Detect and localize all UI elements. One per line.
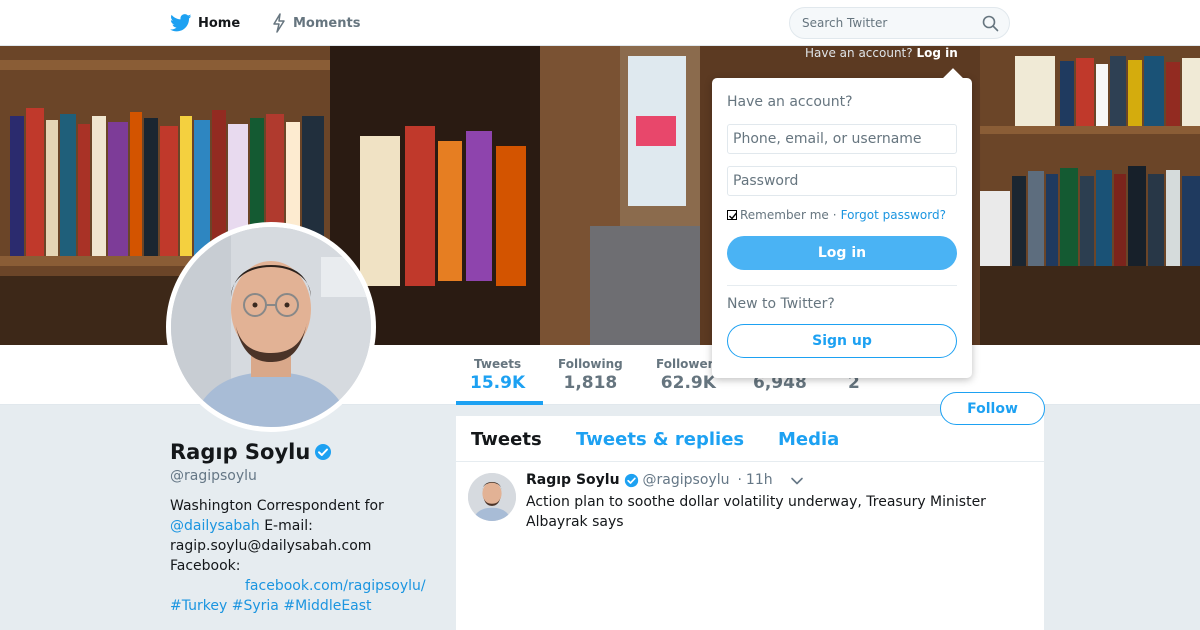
remember-me-checkbox[interactable] (727, 210, 738, 220)
stat-following[interactable]: Following 1,818 (558, 357, 623, 393)
search-box (789, 7, 1010, 39)
tweet[interactable]: Ragıp Soylu @ragipsoylu · 11h Action pla… (456, 462, 1044, 622)
login-dropdown: Have an account? Remember me · Forgot pa… (712, 78, 972, 378)
stat-value: 1,818 (563, 373, 618, 393)
tweet-author-name[interactable]: Ragıp Soylu (526, 472, 620, 488)
stat-tweets[interactable]: Tweets 15.9K (470, 357, 525, 393)
verified-badge-icon (624, 473, 638, 487)
timeline: Tweets Tweets & replies Media Ragıp Soyl… (456, 416, 1044, 630)
profile-bio: Washington Correspondent for @dailysabah… (170, 496, 440, 616)
chevron-down-icon[interactable] (790, 474, 804, 488)
have-account-prompt: Have an account? Log in (805, 46, 958, 60)
login-button[interactable]: Log in (727, 236, 957, 270)
nav-home[interactable]: Home (170, 0, 240, 46)
remember-row: Remember me · Forgot password? (727, 208, 946, 222)
tab-media[interactable]: Media (778, 429, 839, 450)
signup-button[interactable]: Sign up (727, 324, 957, 358)
tweet-timestamp[interactable]: 11h (746, 472, 773, 488)
search-icon[interactable] (982, 15, 999, 32)
profile-name-row: Ragıp Soylu (170, 440, 440, 464)
separator-dot: · (832, 208, 837, 222)
stat-label: Tweets (474, 357, 522, 371)
tweet-author-handle[interactable]: @ragipsoylu (643, 472, 730, 488)
bio-facebook-label: Facebook: (170, 558, 241, 574)
tweet-avatar-photo (468, 473, 516, 521)
tab-tweets-and-replies[interactable]: Tweets & replies (576, 429, 744, 450)
username-field[interactable] (727, 124, 957, 154)
hashtag-link[interactable]: #Turkey (170, 598, 227, 614)
tab-tweets[interactable]: Tweets (471, 429, 542, 450)
profile-handle[interactable]: @ragipsoylu (170, 468, 440, 484)
verified-badge-icon (315, 444, 332, 460)
tweet-separator: · (737, 472, 742, 488)
nav-home-label: Home (198, 15, 241, 31)
mention-link[interactable]: @dailysabah (170, 518, 260, 534)
tweet-header: Ragıp Soylu @ragipsoylu · 11h (526, 472, 773, 488)
bio-email-label: E-mail: (259, 518, 313, 534)
nav-moments-label: Moments (293, 15, 361, 31)
tweet-text: Action plan to soothe dollar volatility … (526, 494, 986, 530)
profile-name[interactable]: Ragıp Soylu (170, 440, 310, 464)
stat-label: Followers (656, 357, 721, 371)
facebook-link[interactable]: facebook.com/ragipsoylu/ (170, 576, 440, 596)
stat-followers[interactable]: Followers 62.9K (656, 357, 721, 393)
new-to-twitter-text: New to Twitter? (727, 296, 835, 312)
follow-button[interactable]: Follow (940, 392, 1045, 425)
tweet-avatar[interactable] (468, 473, 516, 521)
checkmark-icon (729, 212, 738, 220)
stat-value: 62.9K (660, 373, 716, 393)
divider (727, 285, 957, 286)
stat-value: 15.9K (470, 373, 526, 393)
nav-moments[interactable]: Moments (271, 0, 360, 46)
profile-info: Ragıp Soylu @ragipsoylu Washington Corre… (170, 440, 440, 616)
login-heading: Have an account? (727, 94, 853, 110)
have-account-text: Have an account? (805, 46, 913, 60)
twitter-bird-icon (170, 14, 192, 32)
login-link[interactable]: Log in (916, 46, 957, 60)
search-input[interactable] (790, 8, 980, 38)
stat-label: Following (558, 357, 623, 371)
remember-me-label[interactable]: Remember me (740, 208, 829, 222)
password-field[interactable] (727, 166, 957, 196)
hashtag-link[interactable]: #Syria (232, 598, 279, 614)
active-stat-underline (456, 401, 543, 405)
bio-text: Washington Correspondent for (170, 498, 384, 514)
profile-avatar[interactable] (166, 222, 376, 432)
top-navigation-bar: Home Moments (0, 0, 1200, 46)
bio-email: ragip.soylu@dailysabah.com (170, 538, 372, 554)
avatar-photo (171, 227, 371, 427)
hashtag-link[interactable]: #MiddleEast (283, 598, 371, 614)
forgot-password-link[interactable]: Forgot password? (841, 208, 946, 222)
lightning-bolt-icon (273, 13, 285, 33)
